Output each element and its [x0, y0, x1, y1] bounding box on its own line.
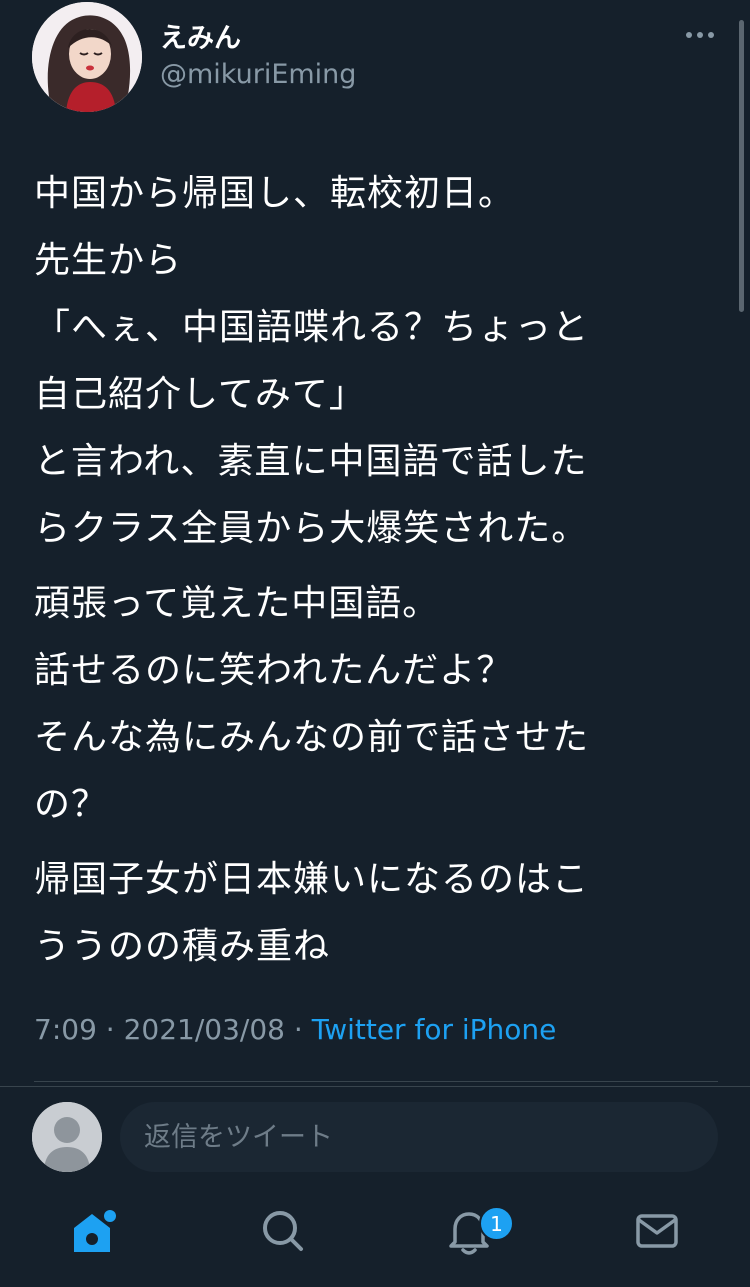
tweet-text: 中国から帰国し、転校初日。 先生から 「へぇ、中国語喋れる？ちょっと 自己紹介し…: [34, 160, 724, 988]
tweet-paragraph: 頑張って覚えた中国語。 話せるのに笑われたんだよ？ そんな為にみんなの前で話させ…: [34, 583, 590, 825]
more-options-button[interactable]: [682, 18, 718, 52]
tweet-metadata: 7:09 · 2021/03/08 · Twitter for iPhone: [34, 1013, 556, 1046]
tweet-paragraph: 帰国子女が日本嫌いになるのはこ ううのの積み重ね: [34, 859, 590, 967]
tab-search[interactable]: [254, 1202, 310, 1258]
tweet-time[interactable]: 7:09: [34, 1013, 97, 1046]
tweet-paragraph: 中国から帰国し、転校初日。 先生から 「へぇ、中国語喋れる？ちょっと 自己紹介し…: [34, 173, 590, 549]
tweet-date[interactable]: 2021/03/08: [124, 1013, 285, 1046]
divider: [0, 1086, 750, 1087]
search-icon: [263, 1211, 303, 1251]
reply-input[interactable]: [120, 1102, 718, 1172]
bottom-tab-bar: [0, 1188, 750, 1287]
author-avatar[interactable]: [32, 2, 142, 112]
tweet-header: えみん @mikuriEming: [0, 0, 750, 120]
divider: [34, 1081, 718, 1082]
current-user-avatar[interactable]: [32, 1102, 102, 1172]
tab-home[interactable]: [66, 1202, 122, 1258]
author-handle[interactable]: @mikuriEming: [160, 59, 356, 90]
scrollbar[interactable]: [739, 20, 744, 312]
meta-separator: ·: [105, 1013, 115, 1046]
home-icon: [74, 1210, 116, 1252]
author-display-name[interactable]: えみん: [160, 16, 241, 55]
meta-separator: ·: [293, 1013, 303, 1046]
notification-badge: 1: [479, 1206, 514, 1241]
more-dots-icon: [686, 32, 714, 38]
tab-messages[interactable]: [629, 1202, 685, 1258]
tweet-source-link[interactable]: Twitter for iPhone: [312, 1013, 557, 1046]
mail-icon: [636, 1214, 678, 1248]
